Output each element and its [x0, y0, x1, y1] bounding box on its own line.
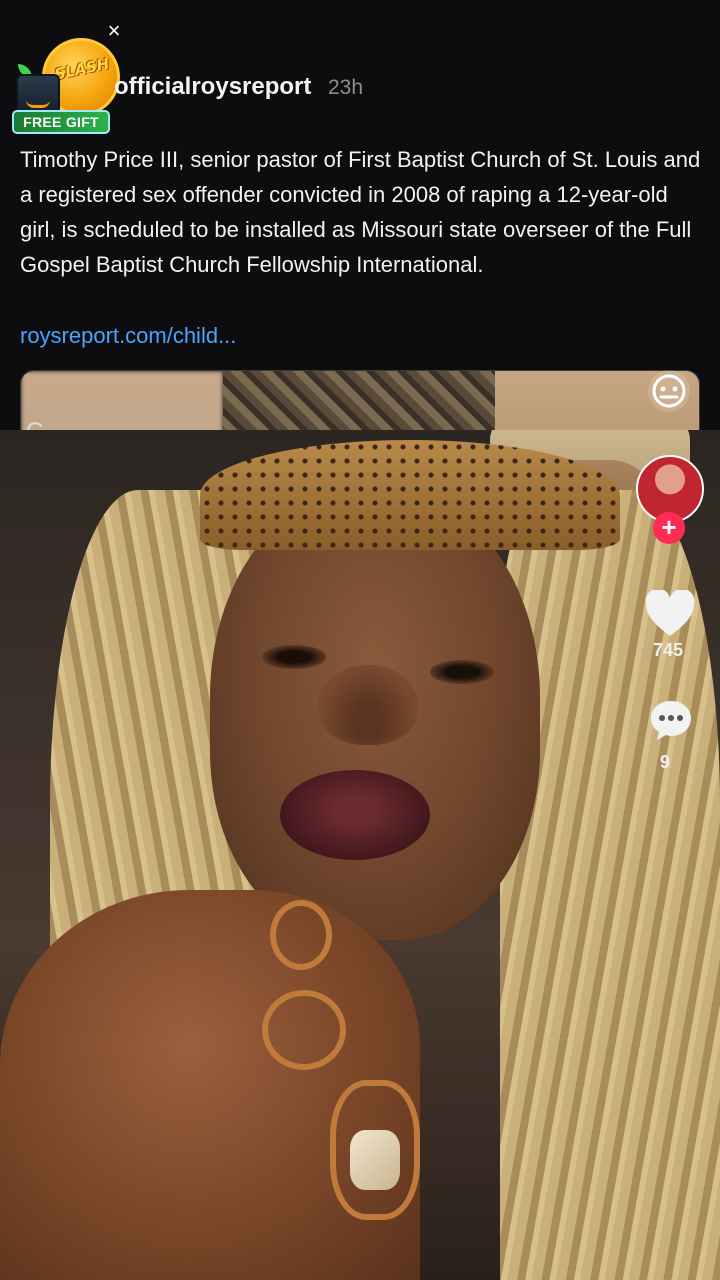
copper-ring [270, 900, 332, 970]
nose [318, 665, 418, 745]
lips [280, 770, 430, 860]
heart-icon[interactable] [644, 590, 696, 638]
post-timestamp: 23h [328, 76, 364, 99]
overlay-video[interactable] [0, 430, 720, 1280]
comment-count: 9 [660, 752, 671, 772]
post-username[interactable]: officialroysreport [114, 73, 311, 101]
ai-face-icon[interactable] [648, 370, 690, 412]
post-body-text: Timothy Price III, senior pastor of Firs… [20, 147, 701, 277]
crystal-ring-stone [350, 1130, 400, 1190]
free-gift-badge[interactable]: SLASH FREE GIFT [12, 38, 120, 134]
copper-ring [262, 990, 346, 1070]
gift-box-icon [16, 74, 60, 114]
eye-right [430, 660, 494, 684]
post-link[interactable]: roysreport.com/child... [20, 323, 236, 349]
eye-left [262, 645, 326, 669]
follow-plus-button[interactable]: + [653, 512, 685, 544]
comment-icon[interactable] [648, 698, 694, 742]
leopard-headscarf [200, 440, 620, 550]
like-count: 745 [652, 640, 684, 660]
free-gift-label: FREE GIFT [12, 110, 110, 134]
